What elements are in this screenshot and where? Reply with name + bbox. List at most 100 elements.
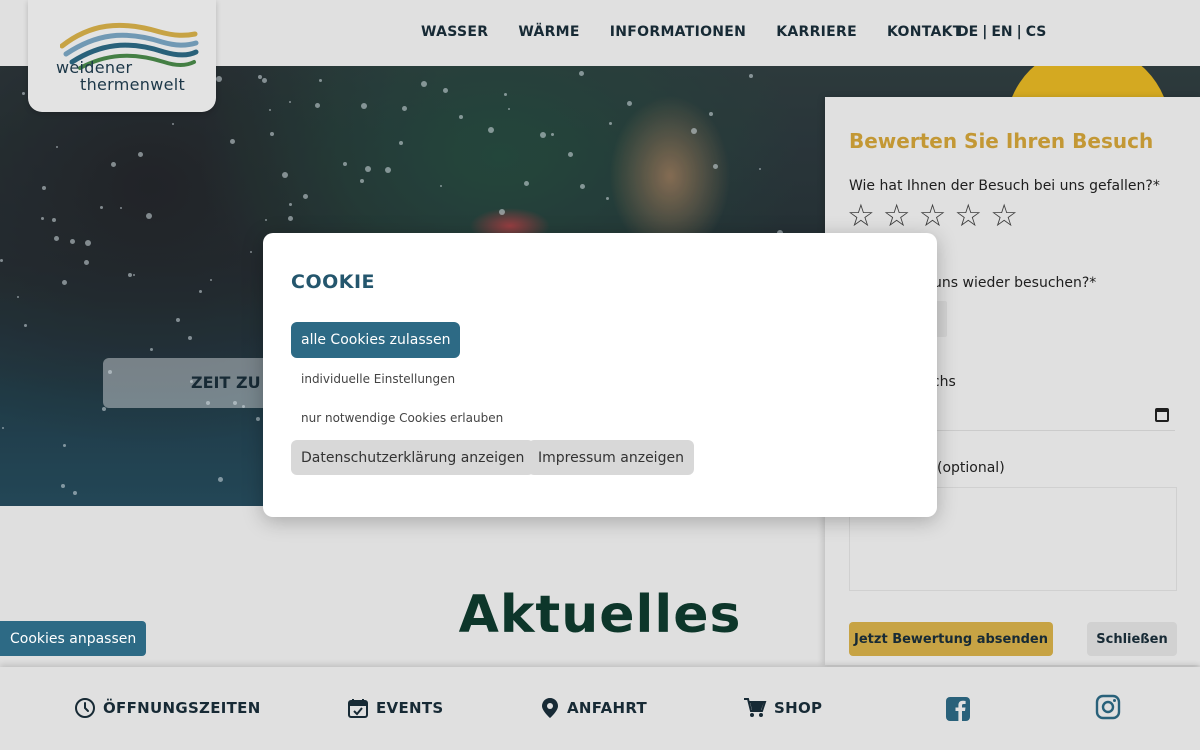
star-icon[interactable]: ☆: [847, 201, 875, 232]
nav-item-waerme[interactable]: WÄRME: [518, 24, 579, 40]
nav-item-informationen[interactable]: INFORMATIONEN: [610, 24, 746, 40]
water-droplet: [199, 290, 202, 293]
water-droplet: [508, 108, 510, 110]
water-droplet: [111, 162, 116, 167]
facebook-icon: [946, 697, 970, 721]
water-droplet: [289, 203, 292, 206]
cookie-settings-button[interactable]: Cookies anpassen: [0, 621, 147, 656]
water-droplet: [128, 273, 132, 277]
necessary-only-link[interactable]: nur notwendige Cookies erlauben: [301, 411, 503, 425]
bottombar-events[interactable]: EVENTS: [347, 697, 444, 719]
bottombar-label: ANFAHRT: [567, 699, 648, 717]
water-droplet: [24, 324, 27, 327]
water-droplet: [230, 139, 235, 144]
water-droplet: [579, 71, 584, 76]
water-droplet: [459, 115, 463, 119]
water-droplet: [100, 206, 103, 209]
water-droplet: [0, 259, 3, 262]
star-icon[interactable]: ☆: [919, 201, 947, 232]
star-icon[interactable]: ☆: [990, 201, 1018, 232]
water-droplet: [269, 109, 271, 111]
nav-item-kontakt[interactable]: KONTAKT: [887, 24, 963, 40]
bottom-bar: ÖFFNUNGSZEITEN EVENTS ANFAHRT SHOP: [0, 667, 1200, 750]
map-pin-icon: [542, 698, 558, 718]
water-droplet: [42, 186, 46, 190]
cart-icon: [744, 698, 767, 717]
water-droplet: [242, 405, 245, 408]
water-droplet: [52, 218, 56, 222]
water-droplet: [41, 217, 44, 220]
water-droplet: [138, 152, 143, 157]
hero-banner-text: ZEIT ZU: [191, 373, 261, 392]
star-icon[interactable]: ☆: [883, 201, 911, 232]
water-droplet: [265, 219, 267, 221]
water-droplet: [399, 141, 403, 145]
water-droplet: [85, 240, 91, 246]
water-droplet: [84, 260, 89, 265]
star-icon[interactable]: ☆: [954, 201, 982, 232]
logo-text-weidener: weidener: [56, 58, 133, 77]
water-droplet: [2, 427, 4, 429]
allow-all-cookies-button[interactable]: alle Cookies zulassen: [291, 322, 461, 358]
individual-settings-link[interactable]: individuelle Einstellungen: [301, 372, 455, 386]
water-droplet: [62, 280, 67, 285]
calendar-icon[interactable]: [1155, 408, 1169, 422]
language-switcher: DE | EN | CS: [957, 24, 1046, 40]
logo-text-thermenwelt: thermenwelt: [80, 75, 186, 94]
water-droplet: [606, 197, 609, 200]
nav-item-karriere[interactable]: KARRIERE: [776, 24, 857, 40]
clock-icon: [75, 698, 95, 718]
rating-question-comment: (optional): [937, 460, 1005, 476]
water-droplet: [759, 168, 761, 170]
water-droplet: [262, 78, 267, 83]
lang-de[interactable]: DE: [957, 24, 978, 40]
water-droplet: [102, 407, 106, 411]
water-droplet: [315, 103, 320, 108]
water-droplet: [250, 251, 252, 253]
bottombar-shop[interactable]: SHOP: [743, 697, 822, 719]
hero-banner: ZEIT ZU: [103, 358, 273, 408]
water-droplet: [17, 296, 19, 298]
submit-rating-button[interactable]: Jetzt Bewertung absenden: [849, 622, 1053, 656]
water-droplet: [120, 207, 122, 209]
water-droplet: [190, 380, 193, 383]
water-droplet: [270, 132, 274, 136]
water-droplet: [319, 79, 322, 82]
water-droplet: [402, 106, 407, 111]
water-droplet: [440, 185, 442, 187]
water-droplet: [343, 162, 347, 166]
privacy-policy-button[interactable]: Datenschutzerklärung anzeigen: [291, 440, 535, 475]
water-droplet: [172, 123, 174, 125]
water-droplet: [524, 181, 529, 186]
rating-question-satisfaction: Wie hat Ihnen der Besuch bei uns gefalle…: [849, 178, 1160, 194]
water-droplet: [289, 101, 291, 103]
water-droplet: [288, 216, 293, 221]
water-droplet: [540, 132, 546, 138]
water-droplet: [385, 167, 391, 173]
water-droplet: [61, 484, 65, 488]
water-droplet: [361, 103, 367, 109]
close-rating-button[interactable]: Schließen: [1087, 622, 1177, 656]
instagram-link[interactable]: [1095, 694, 1121, 724]
water-droplet: [256, 417, 260, 421]
bottombar-label: EVENTS: [376, 699, 444, 717]
lang-separator: |: [982, 24, 988, 40]
site-logo[interactable]: weidener thermenwelt: [28, 0, 216, 112]
lang-en[interactable]: EN: [991, 24, 1012, 40]
nav-item-wasser[interactable]: WASSER: [421, 24, 488, 40]
visit-date-input[interactable]: [915, 399, 1175, 431]
water-droplet: [609, 122, 612, 125]
rating-question-revisit: uns wieder besuchen?*: [933, 275, 1097, 291]
facebook-link[interactable]: [945, 696, 971, 726]
bottombar-directions[interactable]: ANFAHRT: [540, 697, 647, 719]
calendar-icon: [348, 699, 368, 718]
water-droplet: [108, 370, 112, 374]
water-droplet: [488, 127, 494, 133]
cookie-dialog-title: COOKIE: [291, 271, 376, 293]
lang-cs[interactable]: CS: [1026, 24, 1047, 40]
bottombar-opening-hours[interactable]: ÖFFNUNGSZEITEN: [74, 697, 261, 719]
water-droplet: [56, 146, 58, 148]
imprint-button[interactable]: Impressum anzeigen: [528, 440, 694, 475]
water-droplet: [150, 348, 153, 351]
water-droplet: [568, 152, 573, 157]
